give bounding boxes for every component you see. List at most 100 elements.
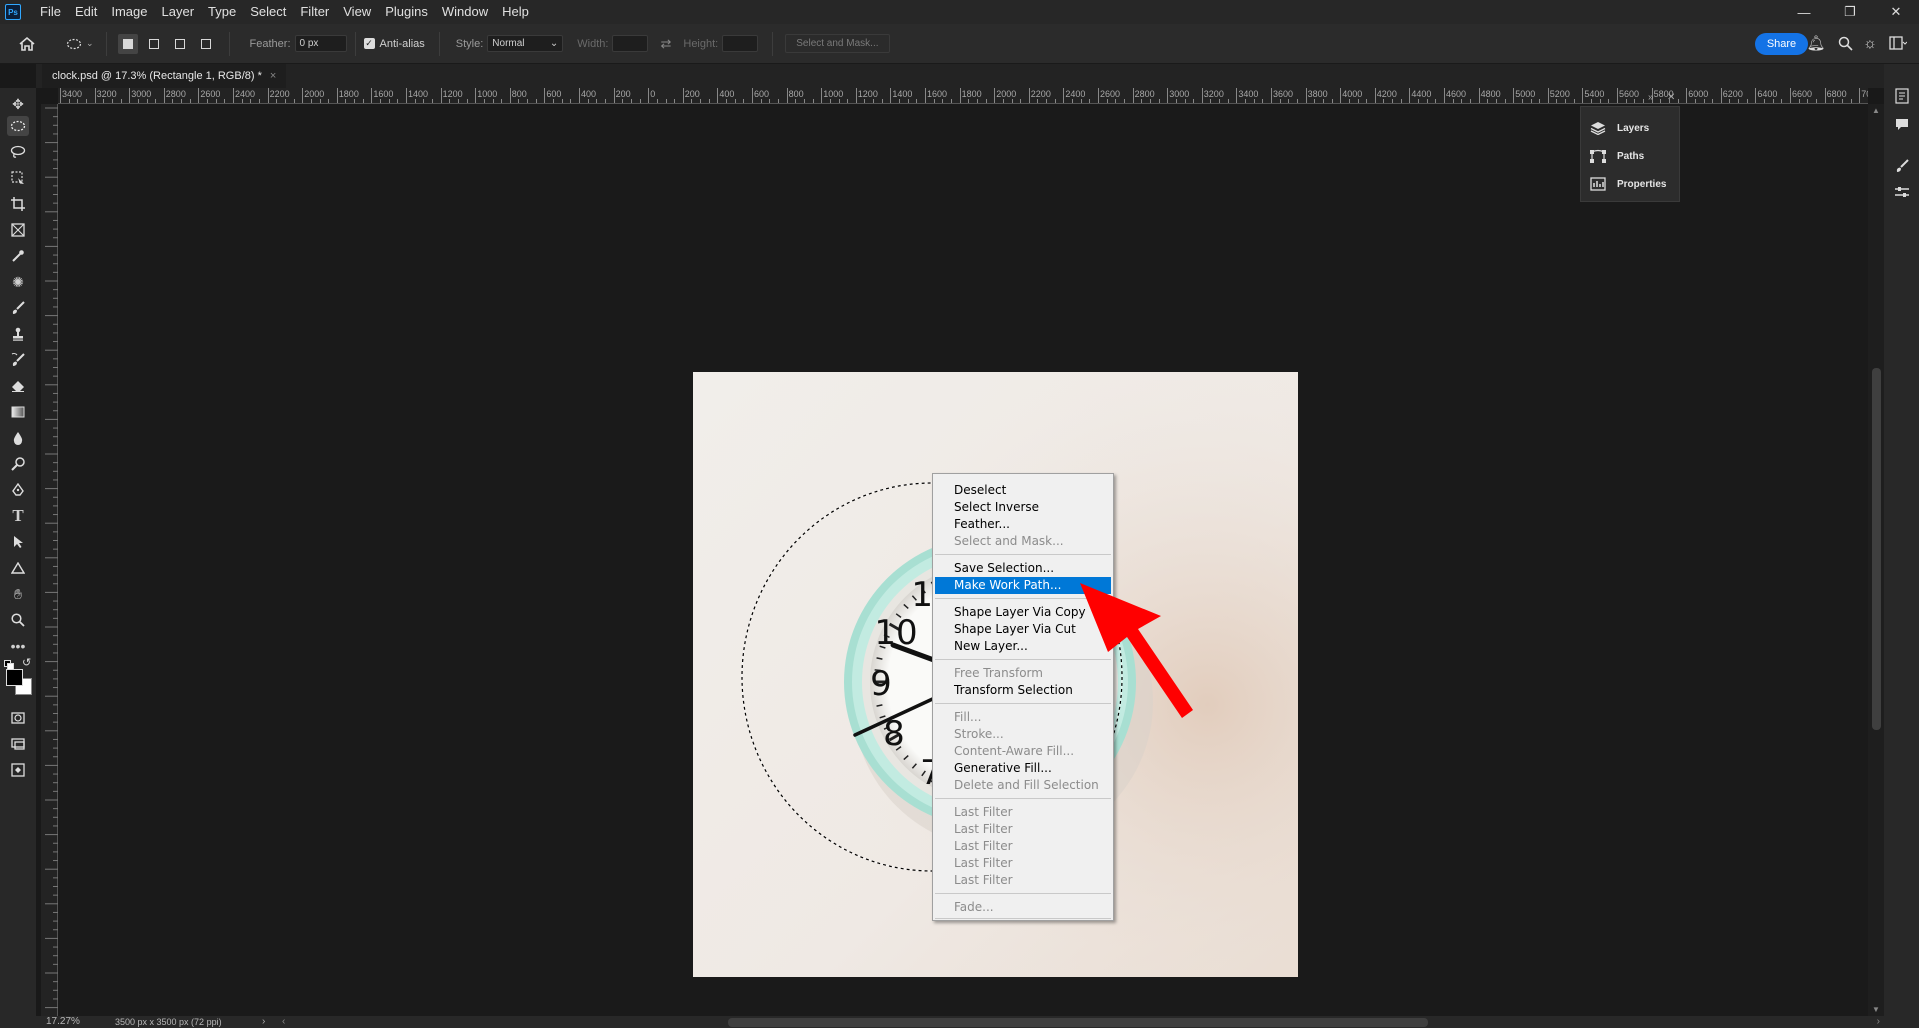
menu-stroke[interactable]: Stroke...: [935, 726, 1111, 743]
ruler-minor-tick: [803, 99, 805, 103]
menu-feather[interactable]: Feather...: [935, 516, 1111, 533]
crop-tool-icon[interactable]: [7, 194, 29, 214]
spot-healing-tool-icon[interactable]: ✺: [7, 272, 29, 292]
workspace-icon[interactable]: [1889, 34, 1907, 52]
ruler-minor-tick: [1158, 99, 1160, 103]
style-select[interactable]: Normal ⌄: [487, 35, 564, 52]
menu-select[interactable]: Select: [243, 0, 293, 24]
quick-mask-icon[interactable]: [7, 708, 29, 728]
frame-tool-icon[interactable]: [7, 220, 29, 240]
menu-last-filter[interactable]: Last Filter: [935, 838, 1111, 855]
lasso-tool-icon[interactable]: [7, 142, 29, 162]
add-selection-icon[interactable]: [144, 34, 164, 54]
subtract-selection-icon[interactable]: [170, 34, 190, 54]
menu-last-filter[interactable]: Last Filter: [935, 821, 1111, 838]
share-button[interactable]: Share: [1755, 33, 1808, 55]
menu-edit[interactable]: Edit: [68, 0, 104, 24]
restore-button[interactable]: ❐: [1827, 0, 1873, 24]
menu-last-filter[interactable]: Last Filter: [935, 804, 1111, 821]
antialias-checkbox[interactable]: ✓: [363, 38, 375, 49]
menu-deselect[interactable]: Deselect: [935, 482, 1111, 499]
menu-view[interactable]: View: [336, 0, 378, 24]
close-panels-icon[interactable]: ✕: [1667, 92, 1675, 103]
new-selection-icon[interactable]: [117, 33, 138, 54]
eyedropper-tool-icon[interactable]: [7, 246, 29, 266]
type-tool-icon[interactable]: T: [7, 506, 29, 526]
properties-panel-button[interactable]: Properties: [1589, 173, 1666, 195]
menu-generative-fill[interactable]: Generative Fill...: [935, 760, 1111, 777]
clone-stamp-tool-icon[interactable]: [7, 324, 29, 344]
zoom-tool-icon[interactable]: [7, 610, 29, 630]
close-tab-icon[interactable]: ×: [270, 70, 276, 82]
gradient-tool-icon[interactable]: [7, 402, 29, 422]
menu-help[interactable]: Help: [495, 0, 536, 24]
blur-tool-icon[interactable]: [7, 428, 29, 448]
screen-mode-icon[interactable]: [7, 734, 29, 754]
search-icon[interactable]: [1836, 34, 1854, 52]
vertical-scrollbar[interactable]: ▲ ▼: [1868, 104, 1884, 1016]
options-bar: ⌄ Feather: 0 px ✓ Anti-alias Style: Norm…: [0, 24, 1919, 64]
scroll-down-icon[interactable]: ▼: [1872, 1005, 1880, 1014]
menu-filter[interactable]: Filter: [293, 0, 336, 24]
menu-type[interactable]: Type: [201, 0, 243, 24]
pen-tool-icon[interactable]: [7, 480, 29, 500]
scroll-left-icon[interactable]: ‹: [282, 1016, 285, 1028]
divider: [772, 31, 774, 56]
menu-delete-and-fill-selection[interactable]: Delete and Fill Selection: [935, 777, 1111, 794]
foreground-color-swatch[interactable]: [6, 669, 23, 686]
feather-input[interactable]: 0 px: [294, 35, 347, 52]
comments-icon[interactable]: [1892, 114, 1912, 134]
document-tab[interactable]: clock.psd @ 17.3% (Rectangle 1, RGB/8) *…: [42, 64, 287, 88]
select-and-mask-button[interactable]: Select and Mask...: [785, 34, 890, 53]
shape-tool-icon[interactable]: [7, 558, 29, 578]
home-icon[interactable]: [16, 33, 38, 55]
paths-panel-button[interactable]: Paths: [1589, 145, 1644, 167]
more-tools-icon[interactable]: •••: [7, 636, 29, 656]
swap-icon[interactable]: ⇄: [660, 36, 671, 52]
menu-last-filter[interactable]: Last Filter: [935, 855, 1111, 872]
bell-icon[interactable]: 🔔︎: [1806, 34, 1825, 52]
move-tool-icon[interactable]: ✥: [7, 94, 29, 114]
object-selection-tool-icon[interactable]: [7, 168, 29, 188]
ruler-tick: [302, 88, 304, 103]
layers-panel-button[interactable]: Layers: [1589, 117, 1649, 139]
panel-dock-icon[interactable]: [1892, 86, 1912, 106]
history-brush-tool-icon[interactable]: [7, 350, 29, 370]
menu-file[interactable]: File: [33, 0, 68, 24]
intersect-selection-icon[interactable]: [196, 34, 216, 54]
menu-content-aware-fill[interactable]: Content-Aware Fill...: [935, 743, 1111, 760]
brush-settings-icon[interactable]: [1892, 156, 1912, 176]
horizontal-scroll-thumb[interactable]: [728, 1018, 1428, 1027]
scroll-up-icon[interactable]: ▲: [1872, 106, 1880, 115]
vertical-scroll-thumb[interactable]: [1872, 368, 1881, 730]
expand-panels-icon[interactable]: »: [1648, 92, 1654, 103]
menu-select-and-mask[interactable]: Select and Mask...: [935, 533, 1111, 550]
status-expand-icon[interactable]: ›: [262, 1016, 265, 1028]
brush-tool-icon[interactable]: [7, 298, 29, 318]
minimize-button[interactable]: —: [1781, 0, 1827, 24]
menu-plugins[interactable]: Plugins: [378, 0, 435, 24]
adjustments-icon[interactable]: [1892, 182, 1912, 202]
swap-colors-icon[interactable]: ↺: [22, 656, 31, 669]
hand-tool-icon[interactable]: ✋︎: [7, 584, 29, 604]
menu-select-inverse[interactable]: Select Inverse: [935, 499, 1111, 516]
menu-last-filter[interactable]: Last Filter: [935, 872, 1111, 889]
scroll-right-icon[interactable]: ›: [1877, 1016, 1880, 1028]
discover-lightbulb-icon[interactable]: ☼: [1861, 34, 1879, 52]
generative-icon[interactable]: [7, 760, 29, 780]
elliptical-marquee-tool-icon[interactable]: [7, 116, 29, 136]
height-input[interactable]: [722, 35, 759, 52]
elliptical-marquee-preset-icon[interactable]: ⌄: [66, 38, 94, 50]
menu-layer[interactable]: Layer: [155, 0, 202, 24]
path-selection-tool-icon[interactable]: [7, 532, 29, 552]
menu-fade[interactable]: Fade...: [935, 899, 1111, 916]
horizontal-ruler[interactable]: 3400 3200 3000 2800 2600 2400 2200 2000 1800 1600…: [58, 88, 1868, 104]
dodge-tool-icon[interactable]: [7, 454, 29, 474]
zoom-level[interactable]: 17.27%: [46, 1016, 80, 1028]
close-window-button[interactable]: ✕: [1873, 0, 1919, 24]
vertical-ruler[interactable]: [41, 104, 58, 1016]
width-input[interactable]: [612, 35, 649, 52]
menu-image[interactable]: Image: [104, 0, 154, 24]
menu-window[interactable]: Window: [435, 0, 495, 24]
eraser-tool-icon[interactable]: [7, 376, 29, 396]
